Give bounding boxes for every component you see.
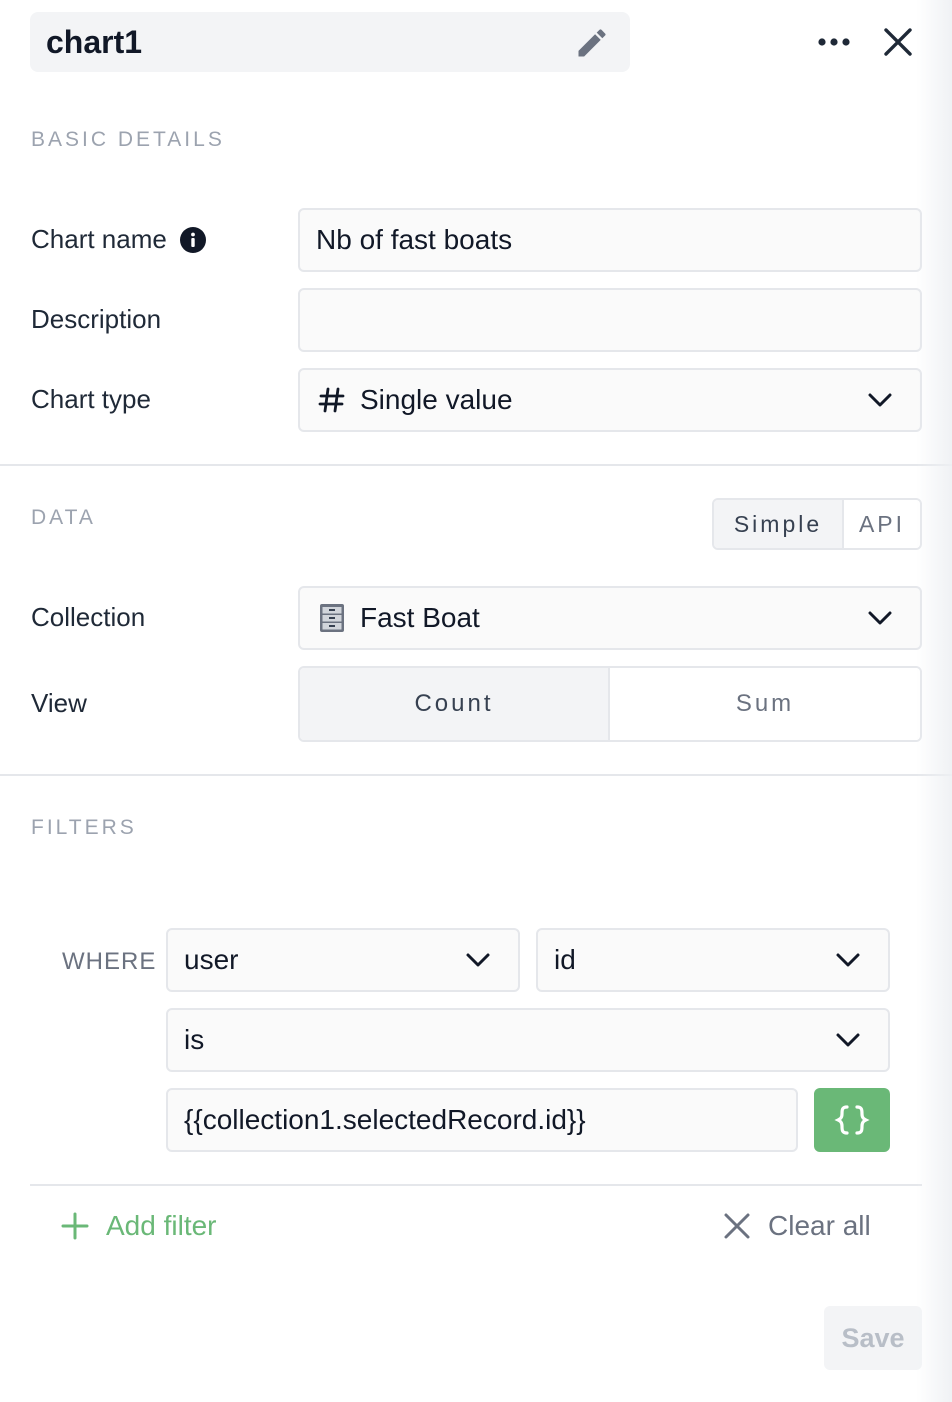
close-icon[interactable] [878,22,918,62]
section-label-filters: FILTERS [31,816,137,839]
chart-name-value: Nb of fast boats [316,224,513,255]
clear-all-button[interactable]: Clear all [722,1210,871,1242]
section-divider [0,774,952,776]
collection-label: Collection [31,602,146,632]
chevron-down-icon [836,953,860,967]
filters-divider [30,1184,922,1186]
x-icon [724,1213,750,1239]
collection-select[interactable]: Fast Boat [298,586,922,650]
chart-type-label: Chart type [31,384,151,414]
info-icon[interactable] [179,226,207,254]
chart-title: chart1 [46,23,143,60]
plus-icon [61,1212,89,1240]
code-mode-button[interactable] [814,1088,890,1152]
section-label-basic-details: BASIC DETAILS [31,128,225,151]
chart-settings-panel: chart1 BASIC DETAILS Chart name Nb of fa… [0,0,952,1402]
pencil-icon[interactable] [574,25,610,61]
description-label: Description [31,304,162,334]
chart-type-value: Single value [360,384,513,415]
add-filter-button[interactable]: Add filter [60,1210,217,1242]
filter-field-select[interactable]: user [166,928,520,992]
add-filter-label: Add filter [106,1210,217,1241]
filter-value-text: {{collection1.selectedRecord.id}} [184,1104,586,1135]
chevron-down-icon [868,611,892,625]
more-icon[interactable] [812,26,856,58]
mode-simple[interactable]: Simple [714,500,844,548]
view-sum[interactable]: Sum [610,668,920,740]
filter-field-value: user [184,944,239,975]
chart-name-label: Chart name [31,224,167,254]
save-button[interactable]: Save [824,1306,922,1370]
filter-subfield-select[interactable]: id [536,928,890,992]
chevron-down-icon [868,393,892,407]
section-divider [0,464,952,466]
description-input[interactable] [298,288,922,352]
section-label-data: DATA [31,506,96,529]
data-mode-toggle: Simple API [712,498,922,550]
chart-name-row-label: Chart name [31,224,207,255]
chevron-down-icon [836,1033,860,1047]
where-label: WHERE [62,948,157,975]
collection-value: Fast Boat [360,602,480,633]
filter-operator-value: is [184,1024,205,1055]
panel-edge-shadow [916,0,952,1402]
chevron-down-icon [466,953,490,967]
clear-all-label: Clear all [768,1210,871,1241]
view-count[interactable]: Count [300,668,610,740]
filter-value-input[interactable]: {{collection1.selectedRecord.id}} [166,1088,798,1152]
mode-api[interactable]: API [844,500,920,548]
filter-operator-select[interactable]: is [166,1008,890,1072]
view-label: View [31,688,87,718]
braces-icon [834,1105,870,1135]
filter-subfield-value: id [554,944,576,975]
chart-type-select[interactable]: Single value [298,368,922,432]
hash-icon [316,384,348,416]
view-toggle: Count Sum [298,666,922,742]
cabinet-icon [316,602,348,634]
chart-name-input[interactable]: Nb of fast boats [298,208,922,272]
chart-title-box[interactable]: chart1 [30,12,630,72]
